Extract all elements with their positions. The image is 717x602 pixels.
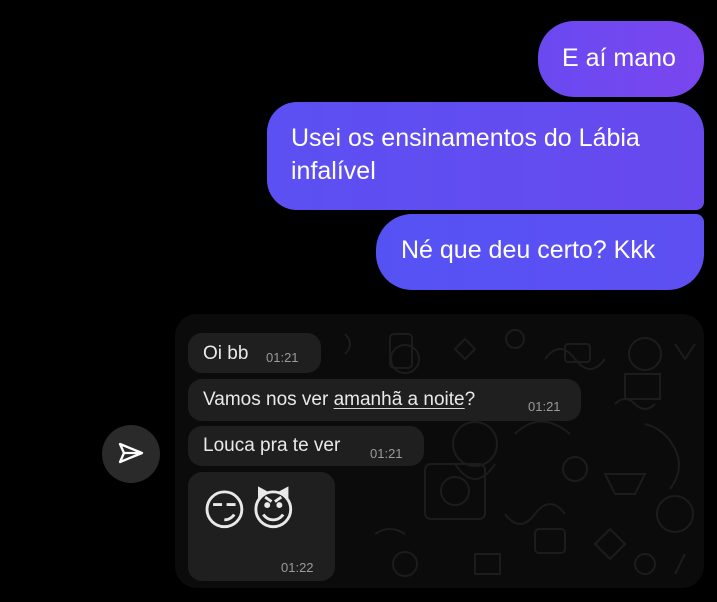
received-message-bubble[interactable]: Vamos nos ver amanhã a noite? 01:21: [188, 379, 581, 421]
message-text: Oi bb: [203, 343, 249, 364]
dm-thread: E aí mano Usei os ensinamentos do Lábia …: [0, 0, 717, 602]
date-link[interactable]: amanhã a noite: [334, 389, 465, 410]
message-timestamp: 01:21: [370, 446, 403, 461]
message-timestamp: 01:22: [281, 560, 314, 575]
message-text: Louca pra te ver: [203, 435, 341, 456]
received-message-bubble[interactable]: Louca pra te ver 01:21: [188, 426, 424, 466]
shared-chat-screenshot[interactable]: Oi bb 01:21 Vamos nos ver amanhã a noite…: [175, 314, 704, 588]
message-timestamp: 01:21: [528, 399, 561, 414]
emoji-message: 😏😈: [202, 487, 300, 535]
share-button[interactable]: [102, 425, 160, 483]
message-timestamp: 01:21: [266, 350, 299, 365]
message-text: Né que deu certo? Kkk: [401, 236, 656, 264]
message-text-part: Vamos nos ver: [203, 389, 334, 410]
message-text: E aí mano: [562, 44, 676, 72]
received-message-bubble[interactable]: Oi bb 01:21: [188, 333, 321, 373]
sent-message-bubble[interactable]: Usei os ensinamentos do Lábia infalível: [267, 102, 704, 210]
received-emoji-bubble[interactable]: 😏😈 01:22: [188, 472, 335, 581]
message-text-part: ?: [464, 389, 476, 410]
sent-message-bubble[interactable]: Né que deu certo? Kkk: [376, 214, 704, 290]
sent-message-bubble[interactable]: E aí mano: [538, 21, 704, 97]
message-text: Vamos nos ver amanhã a noite?: [203, 389, 475, 411]
message-text: Usei os ensinamentos do Lábia infalível: [291, 124, 640, 185]
